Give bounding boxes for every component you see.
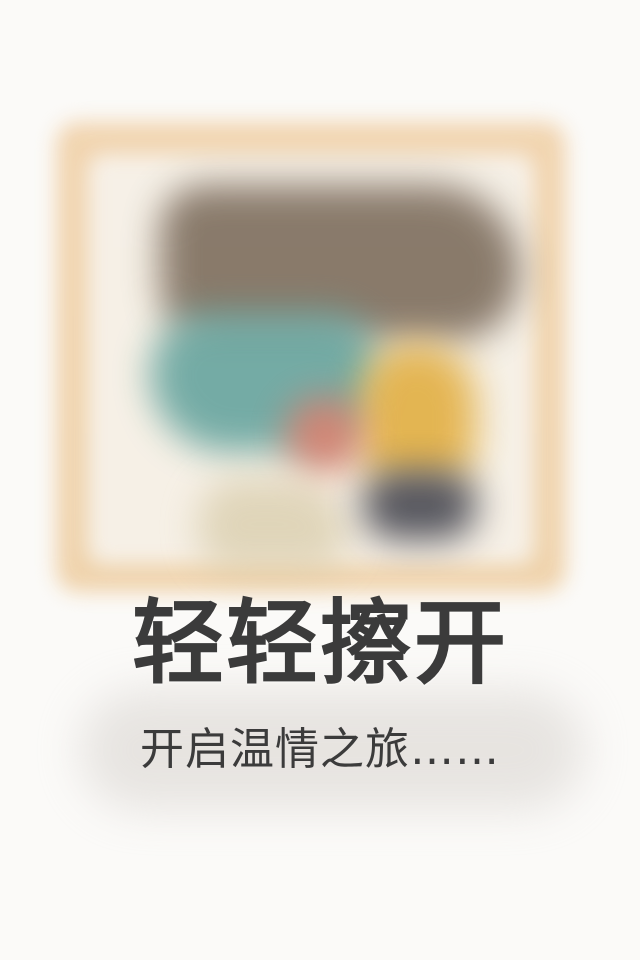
headline-text: 轻轻擦开: [131, 590, 508, 697]
blurred-figure-detail-red: [285, 396, 363, 474]
lockscreen: 轻轻擦开 开启温情之旅……: [0, 0, 640, 960]
blurred-figure-detail-light: [198, 478, 348, 570]
blurred-figure-detail-dark: [362, 470, 477, 540]
subline-text: 开启温情之旅……: [140, 724, 500, 775]
blurred-figure-clothing-yellow: [358, 343, 476, 483]
